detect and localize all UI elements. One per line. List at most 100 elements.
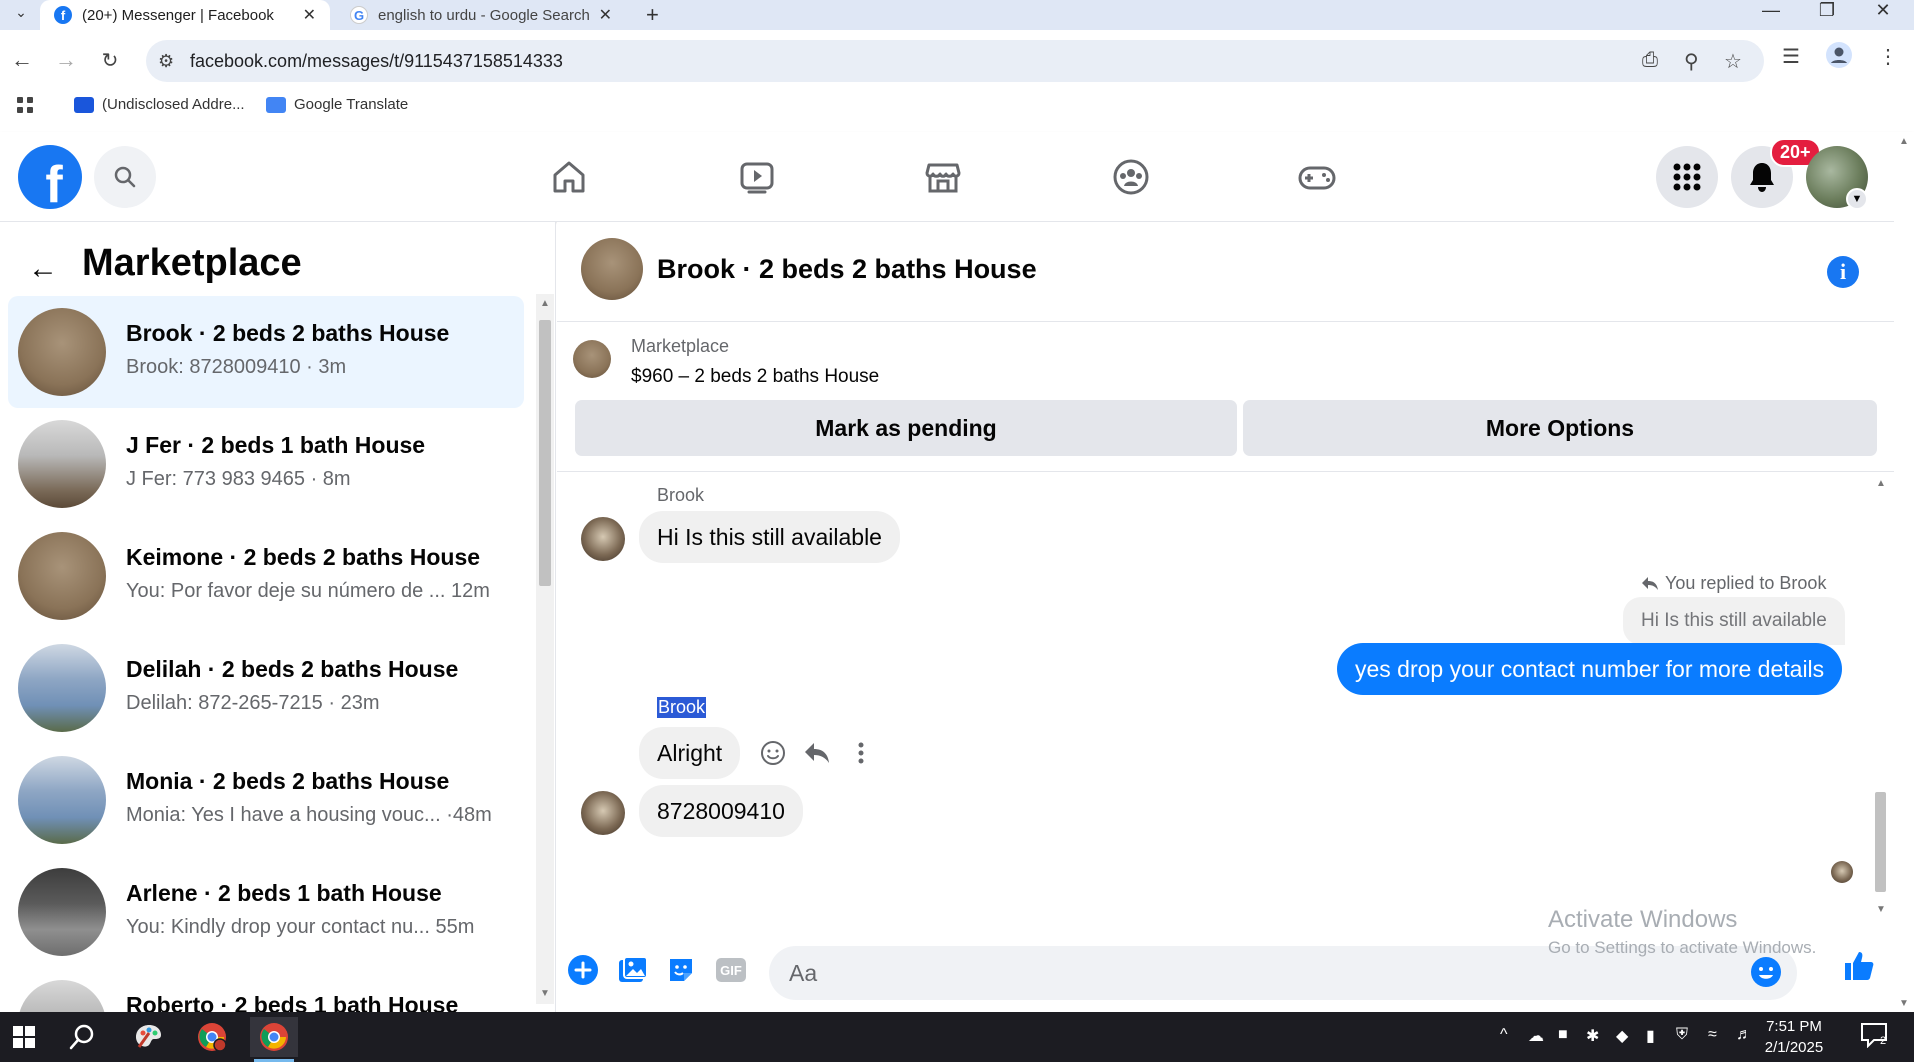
minimize-icon[interactable]: — — [1748, 0, 1794, 20]
more-options-button[interactable]: More Options — [1243, 400, 1877, 456]
chat-title[interactable]: Brook · 2 beds 2 baths House — [657, 254, 1037, 285]
message-bubble-incoming[interactable]: Hi Is this still available — [639, 511, 900, 563]
scroll-down-arrow-icon[interactable]: ▼ — [1876, 904, 1886, 915]
forward-icon[interactable]: → — [50, 44, 82, 76]
react-emoji-icon[interactable] — [755, 735, 791, 771]
apps-grid-icon[interactable] — [16, 96, 34, 114]
page-scrollbar[interactable]: ▲ ▼ — [1894, 132, 1914, 1012]
conversation-item[interactable]: Delilah · 2 beds 2 baths House Delilah: … — [8, 632, 524, 744]
conversation-avatar — [18, 980, 106, 1012]
search-button[interactable] — [94, 146, 156, 208]
scrollbar-thumb[interactable] — [539, 320, 551, 586]
profile-icon[interactable] — [1826, 42, 1852, 74]
message-bubble-outgoing[interactable]: yes drop your contact number for more de… — [1337, 643, 1843, 695]
home-nav-icon[interactable] — [544, 152, 594, 202]
bookmark-google-translate[interactable]: Google Translate — [266, 96, 408, 113]
quoted-message[interactable]: Hi Is this still available — [1623, 597, 1845, 645]
network-adapter-icon[interactable]: ■ — [1558, 1026, 1568, 1044]
scroll-up-arrow-icon[interactable]: ▲ — [1899, 136, 1909, 147]
url-text[interactable]: facebook.com/messages/t/9115437158514333 — [190, 51, 563, 72]
sidebar-scrollbar[interactable]: ▲ ▼ — [536, 294, 554, 1004]
plus-icon[interactable] — [565, 952, 601, 988]
paint-app-icon[interactable] — [124, 1017, 172, 1057]
facebook-favicon-icon: f — [54, 6, 72, 24]
message-bubble-incoming[interactable]: 8728009410 — [639, 785, 803, 837]
chat-scrollbar[interactable]: ▲ ▼ — [1871, 478, 1889, 918]
chrome-profile-icon[interactable] — [188, 1017, 236, 1057]
sender-avatar[interactable] — [581, 791, 625, 835]
conversation-item[interactable]: J Fer · 2 beds 1 bath House J Fer: 773 9… — [8, 408, 524, 520]
scrollbar-thumb[interactable] — [1875, 792, 1886, 892]
gif-icon[interactable]: GIF — [713, 952, 749, 988]
restore-icon[interactable]: ❐ — [1804, 0, 1850, 20]
wifi-icon[interactable]: ≈ — [1708, 1026, 1717, 1044]
marketplace-nav-icon[interactable] — [918, 152, 968, 202]
listing-price-title[interactable]: $960 – 2 beds 2 baths House — [631, 366, 879, 388]
chat-avatar[interactable] — [581, 238, 643, 300]
conversation-item[interactable]: Brook · 2 beds 2 baths House Brook: 8728… — [8, 296, 524, 408]
zoom-icon[interactable]: ⚲ — [1684, 49, 1699, 74]
message-bubble-incoming[interactable]: Alright — [639, 727, 741, 779]
reload-icon[interactable]: ↻ — [94, 44, 126, 76]
message-input[interactable] — [789, 946, 1689, 1000]
shield-icon[interactable]: ⛨ — [1676, 1026, 1688, 1044]
sender-avatar[interactable] — [581, 517, 625, 561]
close-tab-icon[interactable]: ✕ — [599, 5, 612, 25]
reply-icon[interactable] — [799, 735, 835, 771]
back-arrow-icon[interactable]: ← — [28, 252, 58, 286]
gaming-nav-icon[interactable] — [1292, 152, 1342, 202]
bookmarks-bar: (Undisclosed Addre... Google Translate — [0, 92, 1914, 120]
bluetooth-icon[interactable]: ✱ — [1586, 1026, 1599, 1046]
bookmark-undisclosed[interactable]: (Undisclosed Addre... — [74, 96, 245, 113]
tab-google-search[interactable]: G english to urdu - Google Search ✕ — [336, 0, 626, 30]
conversation-name: Roberto · 2 beds 1 bath House — [126, 992, 459, 1012]
message-thread: Brook Hi Is this still available You rep… — [557, 473, 1877, 933]
conversation-item[interactable]: Monia · 2 beds 2 baths House Monia: Yes … — [8, 744, 524, 856]
search-taskbar-icon[interactable] — [58, 1017, 106, 1057]
close-window-icon[interactable]: ✕ — [1860, 0, 1906, 20]
svg-text:2: 2 — [1880, 1035, 1886, 1047]
close-tab-icon[interactable]: ✕ — [303, 5, 316, 25]
tab-search-chevron-icon[interactable]: ⌄ — [8, 2, 34, 22]
new-tab-icon[interactable]: + — [646, 2, 659, 28]
facebook-logo-icon[interactable]: f — [18, 145, 82, 209]
tab-messenger[interactable]: f (20+) Messenger | Facebook ✕ — [40, 0, 330, 30]
back-icon[interactable]: ← — [6, 44, 38, 76]
menu-button[interactable] — [1656, 146, 1718, 208]
scroll-down-arrow-icon[interactable]: ▼ — [540, 988, 550, 999]
system-clock[interactable]: 7:51 PM 2/1/2025 — [1756, 1016, 1832, 1058]
conversation-name: Keimone · 2 beds 2 baths House — [126, 544, 481, 570]
info-icon[interactable]: i — [1827, 256, 1859, 288]
start-windows-icon[interactable] — [0, 1017, 48, 1057]
chrome-active-icon[interactable] — [250, 1017, 298, 1062]
bookmark-star-icon[interactable]: ☆ — [1724, 49, 1742, 74]
scroll-up-arrow-icon[interactable]: ▲ — [540, 298, 550, 309]
site-settings-icon[interactable]: ⚙ — [158, 51, 174, 72]
scroll-down-arrow-icon[interactable]: ▼ — [1899, 998, 1909, 1009]
photo-icon[interactable] — [615, 952, 651, 988]
sticker-icon[interactable] — [663, 952, 699, 988]
scroll-up-arrow-icon[interactable]: ▲ — [1876, 478, 1886, 489]
video-nav-icon[interactable] — [732, 152, 782, 202]
browser-menu-icon[interactable]: ⋮ — [1878, 44, 1898, 69]
install-app-icon[interactable]: ⎙ — [1642, 49, 1658, 72]
message-input-container[interactable] — [769, 946, 1797, 1000]
cloud-icon[interactable]: ☁ — [1528, 1026, 1544, 1046]
volume-icon[interactable]: ♬ — [1736, 1026, 1752, 1044]
more-actions-icon[interactable] — [843, 735, 879, 771]
conversation-item[interactable]: Arlene · 2 beds 1 bath House You: Kindly… — [8, 856, 524, 968]
app-tray-icon[interactable]: ◆ — [1616, 1026, 1628, 1046]
battery-icon[interactable]: ▮ — [1646, 1026, 1655, 1046]
conversation-item[interactable]: Roberto · 2 beds 1 bath House — [8, 968, 524, 1012]
media-controls-icon[interactable]: ☰ — [1782, 44, 1800, 69]
address-bar[interactable]: ⚙ facebook.com/messages/t/91154371585143… — [146, 40, 1764, 82]
like-thumbs-up-icon[interactable] — [1841, 948, 1877, 984]
chevron-down-icon[interactable]: ▼ — [1846, 188, 1868, 210]
conversation-item[interactable]: Keimone · 2 beds 2 baths House You: Por … — [8, 520, 524, 632]
notification-center-icon[interactable]: 2 — [1860, 1022, 1890, 1050]
listing-thumbnail[interactable] — [573, 340, 611, 378]
groups-nav-icon[interactable] — [1106, 152, 1156, 202]
show-hidden-icons-chevron-icon[interactable]: ^ — [1500, 1026, 1508, 1044]
emoji-icon[interactable] — [1749, 955, 1785, 991]
mark-as-pending-button[interactable]: Mark as pending — [575, 400, 1237, 456]
